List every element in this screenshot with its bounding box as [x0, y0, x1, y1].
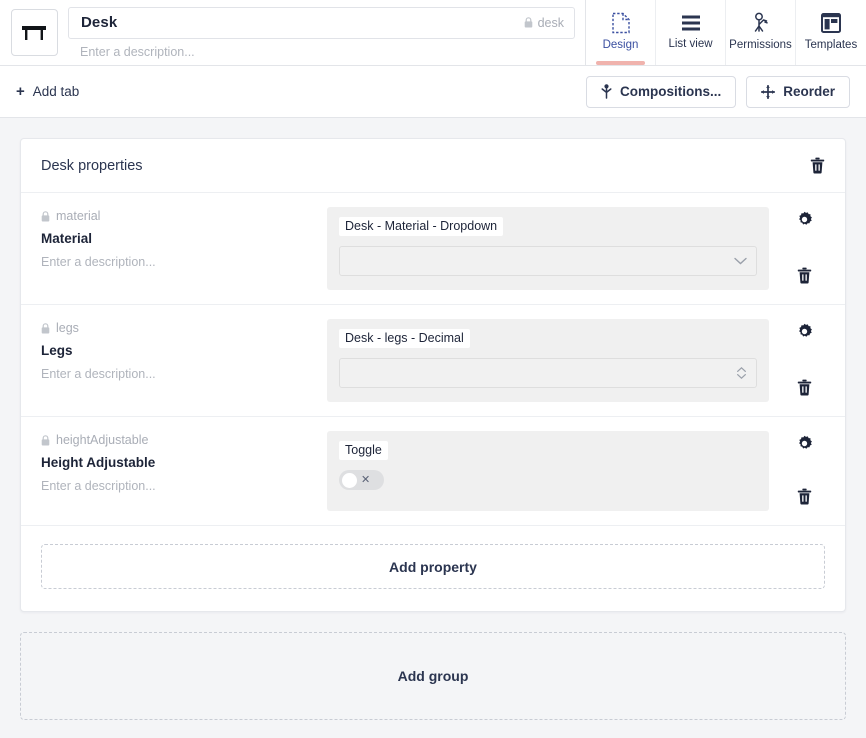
property-key-text: material	[56, 209, 100, 223]
reorder-button[interactable]: Reorder	[746, 76, 850, 108]
property-delete-button[interactable]	[797, 488, 812, 505]
tab-list-view-label: List view	[668, 38, 712, 50]
property-key: legs	[41, 321, 313, 335]
property-key: heightAdjustable	[41, 433, 313, 447]
trash-icon	[797, 267, 812, 284]
lock-icon	[41, 323, 50, 334]
move-arrows-icon	[761, 85, 775, 99]
tab-list-view[interactable]: List view	[656, 0, 726, 65]
entity-title-input[interactable]: Desk desk	[68, 7, 575, 39]
layout-template-icon	[820, 12, 842, 34]
tab-design-label: Design	[603, 39, 639, 51]
table-row: legs Legs Enter a description... Desk - …	[21, 305, 845, 417]
tab-permissions-label: Permissions	[729, 39, 792, 51]
add-tab-button[interactable]: + Add tab	[16, 84, 79, 99]
property-meta: heightAdjustable Height Adjustable Enter…	[41, 431, 313, 511]
add-tab-label: Add tab	[33, 84, 80, 99]
entity-title-value: Desk	[81, 14, 524, 31]
tab-design[interactable]: Design	[586, 0, 656, 65]
property-description-input[interactable]: Enter a description...	[41, 479, 313, 493]
property-group-title: Desk properties	[41, 158, 810, 174]
lock-icon	[41, 435, 50, 446]
property-meta: legs Legs Enter a description...	[41, 319, 313, 402]
compositions-button[interactable]: Compositions...	[586, 76, 736, 108]
lock-icon	[524, 17, 533, 28]
reorder-label: Reorder	[783, 84, 835, 99]
property-widget-toggle: Toggle ✕	[327, 431, 769, 511]
entity-slug-text: desk	[538, 16, 564, 30]
trash-icon	[810, 157, 825, 174]
property-name: Height Adjustable	[41, 455, 313, 470]
property-settings-button[interactable]	[796, 323, 813, 340]
compositions-icon	[601, 84, 612, 99]
design-content: Desk properties materia	[0, 118, 866, 738]
entity-title-block: Desk desk Enter a description...	[68, 0, 585, 65]
trash-icon	[797, 488, 812, 505]
gear-icon	[796, 435, 813, 452]
property-name: Material	[41, 231, 313, 246]
decimal-input[interactable]	[339, 358, 757, 388]
property-key-text: legs	[56, 321, 79, 335]
add-group-button[interactable]: Add group	[20, 632, 846, 720]
widget-label: Desk - legs - Decimal	[339, 329, 470, 348]
add-property-button[interactable]: Add property	[41, 544, 825, 589]
property-widget-dropdown: Desk - Material - Dropdown	[327, 207, 769, 290]
key-person-icon	[750, 12, 772, 34]
entity-slug: desk	[524, 16, 564, 30]
widget-label: Toggle	[339, 441, 388, 460]
app-header: Desk desk Enter a description... Design	[0, 0, 866, 66]
trash-icon	[797, 379, 812, 396]
chevron-down-icon	[734, 257, 747, 265]
compositions-label: Compositions...	[620, 84, 721, 99]
table-row: heightAdjustable Height Adjustable Enter…	[21, 417, 845, 526]
gear-icon	[796, 211, 813, 228]
property-group-header: Desk properties	[21, 139, 845, 193]
plus-icon: +	[16, 84, 25, 99]
tab-templates-label: Templates	[805, 39, 857, 51]
property-settings-button[interactable]	[796, 435, 813, 452]
dropdown-select[interactable]	[339, 246, 757, 276]
property-widget-decimal: Desk - legs - Decimal	[327, 319, 769, 402]
property-description-input[interactable]: Enter a description...	[41, 367, 313, 381]
delete-group-button[interactable]	[810, 157, 825, 174]
tab-templates[interactable]: Templates	[796, 0, 866, 65]
property-key-text: heightAdjustable	[56, 433, 148, 447]
entity-thumbnail-wrap	[0, 0, 68, 65]
property-group-card: Desk properties materia	[20, 138, 846, 612]
entity-description-input[interactable]: Enter a description...	[68, 39, 575, 59]
property-delete-button[interactable]	[797, 267, 812, 284]
main-tabs: Design List view Permissions	[585, 0, 866, 65]
property-meta: material Material Enter a description...	[41, 207, 313, 290]
lock-icon	[41, 211, 50, 222]
property-settings-button[interactable]	[796, 211, 813, 228]
document-dashed-icon	[611, 12, 631, 34]
toggle-knob	[342, 473, 357, 488]
entity-thumbnail[interactable]	[11, 9, 58, 56]
toggle-switch[interactable]: ✕	[339, 470, 384, 490]
stepper-up-down-icon[interactable]	[736, 365, 747, 381]
design-toolbar: + Add tab Compositions... Reorder	[0, 66, 866, 118]
property-name: Legs	[41, 343, 313, 358]
tab-permissions[interactable]: Permissions	[726, 0, 796, 65]
property-delete-button[interactable]	[797, 379, 812, 396]
list-icon	[680, 13, 702, 33]
property-actions	[783, 207, 825, 290]
desk-icon	[21, 24, 47, 42]
property-key: material	[41, 209, 313, 223]
property-actions	[783, 319, 825, 402]
widget-label: Desk - Material - Dropdown	[339, 217, 503, 236]
gear-icon	[796, 323, 813, 340]
property-description-input[interactable]: Enter a description...	[41, 255, 313, 269]
property-actions	[783, 431, 825, 511]
table-row: material Material Enter a description...…	[21, 193, 845, 305]
close-x-icon: ✕	[361, 475, 370, 486]
